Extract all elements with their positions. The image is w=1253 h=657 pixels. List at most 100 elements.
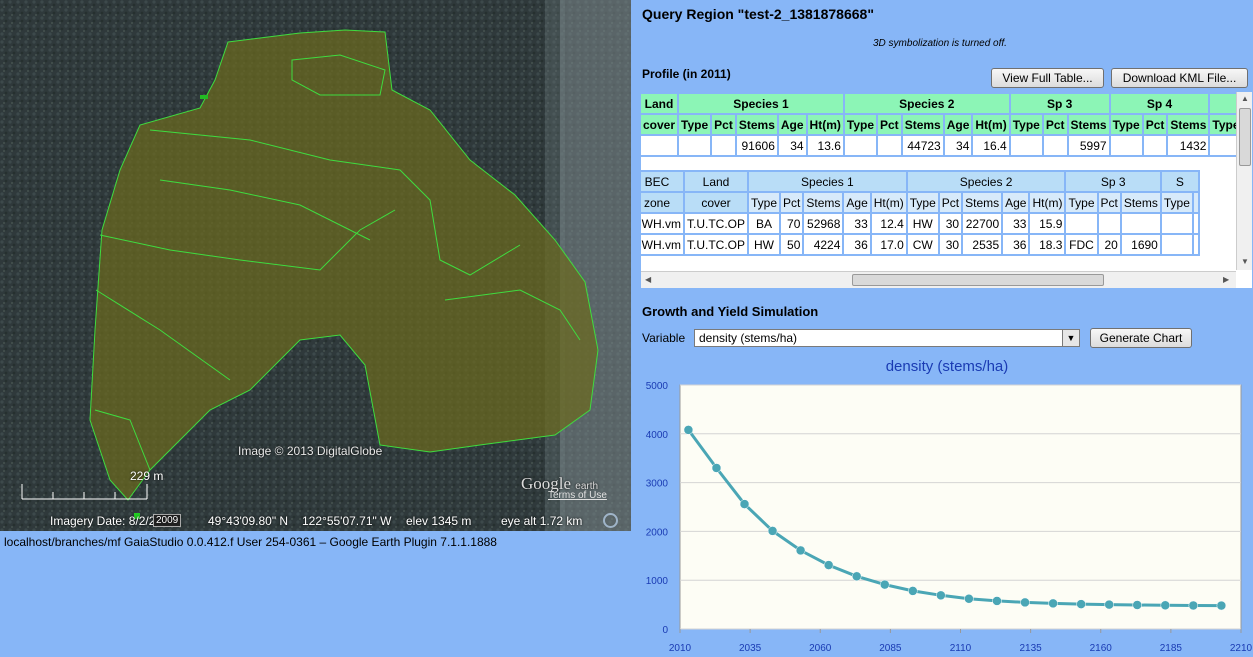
scroll-right-icon[interactable]: ▶ — [1223, 275, 1229, 284]
table-cell — [677, 134, 713, 157]
table-cell: 34 — [776, 134, 808, 157]
col-type: Type — [1108, 113, 1144, 136]
col-pct — [1191, 191, 1200, 214]
terms-of-use-link[interactable]: Terms of Use — [548, 490, 607, 501]
scale-label: 229 m — [130, 469, 164, 483]
scroll-thumb[interactable] — [852, 274, 1104, 286]
col-pct: Pct — [1041, 113, 1069, 136]
scroll-left-icon[interactable]: ◀ — [645, 275, 651, 284]
table-cell: 70 — [779, 212, 805, 235]
symbolization-note: 3D symbolization is turned off. — [873, 38, 1007, 49]
scroll-thumb[interactable] — [1239, 108, 1251, 166]
data-point — [1132, 600, 1142, 610]
col-age: Age — [776, 113, 808, 136]
density-chart: 0 1000 2000 3000 4000 5000 2010 2035 2060 2085 211… — [646, 381, 1253, 654]
col-stems: Stems — [1166, 113, 1211, 136]
col-type: Type — [747, 191, 782, 214]
table-cell: 44723 — [900, 134, 945, 157]
table-cell — [1096, 212, 1122, 235]
variable-select[interactable]: density (stems/ha) ▼ — [694, 329, 1080, 347]
table-cell — [1159, 233, 1194, 256]
imagery-credit: Image © 2013 DigitalGlobe — [238, 444, 383, 458]
footer-info: localhost/branches/mf GaiaStudio 0.0.412… — [4, 535, 497, 549]
view-full-table-button[interactable]: View Full Table... — [991, 68, 1104, 88]
col-land: Land — [641, 92, 680, 115]
table-cell: 33 — [1001, 212, 1031, 235]
scroll-up-icon[interactable]: ▲ — [1241, 94, 1249, 103]
col-ht: Ht(m) — [805, 113, 845, 136]
table-cell: FDC — [1064, 233, 1099, 256]
data-point — [992, 596, 1002, 606]
group-species-2: Species 2 — [842, 92, 1011, 115]
group-sp-3: Sp 3 — [1008, 92, 1111, 115]
table-cell — [1008, 134, 1044, 157]
col-pct: Pct — [1096, 191, 1122, 214]
col-land: Land — [682, 170, 750, 193]
col-ht: Ht(m) — [971, 113, 1011, 136]
col-age: Age — [1001, 191, 1031, 214]
x-tick-label: 2035 — [739, 643, 762, 654]
col-type: Type — [677, 113, 713, 136]
profile-table-frame[interactable]: Land Species 1 Species 2 Sp 3 Sp 4 cover… — [641, 92, 1252, 288]
chevron-down-icon[interactable]: ▼ — [1062, 330, 1079, 346]
table-row: CWH.vm T.U.TC.OP HW 50 4224 36 17.0 CW 3… — [641, 233, 1200, 256]
table-cell — [876, 134, 903, 157]
table-cell — [1064, 212, 1099, 235]
table-cell — [1108, 134, 1144, 157]
group-more: S — [1159, 170, 1200, 193]
table-row: 91606 34 13.6 44723 34 16.4 5997 1432 — [641, 134, 1244, 157]
col-stems: Stems — [900, 113, 945, 136]
table-cell: 34 — [942, 134, 974, 157]
variable-label: Variable — [642, 331, 686, 345]
navigation-ring-icon[interactable] — [603, 513, 618, 528]
table-cell: 52968 — [802, 212, 845, 235]
table-horizontal-scrollbar[interactable]: ◀ ▶ — [641, 271, 1236, 288]
col-stems: Stems — [734, 113, 779, 136]
imagery-date-box[interactable]: 2009 — [153, 514, 182, 527]
download-kml-button[interactable]: Download KML File... — [1111, 68, 1248, 88]
x-tick-label: 2160 — [1090, 643, 1113, 654]
scroll-down-icon[interactable]: ▼ — [1241, 257, 1249, 266]
profile-table-summary: Land Species 1 Species 2 Sp 3 Sp 4 cover… — [641, 92, 1244, 157]
col-bec: BEC — [641, 170, 685, 193]
generate-chart-button[interactable]: Generate Chart — [1090, 328, 1192, 348]
col-age: Age — [942, 113, 974, 136]
table-cell: 2535 — [961, 233, 1004, 256]
table-cell — [710, 134, 737, 157]
table-vertical-scrollbar[interactable]: ▲ ▼ — [1236, 92, 1252, 270]
data-point — [711, 463, 722, 473]
map-status-bar: Imagery Date: 8/2/2009 2009 49°43'09.80"… — [0, 511, 631, 531]
data-point — [1188, 600, 1199, 611]
x-tick-label: 2110 — [950, 643, 972, 654]
data-point — [1020, 597, 1030, 608]
col-pct: Pct — [710, 113, 737, 136]
group-species-1: Species 1 — [677, 92, 845, 115]
table-cell: HW — [905, 212, 940, 235]
table-cell — [1141, 134, 1169, 157]
earth-map-view[interactable]: Image © 2013 DigitalGlobe Google earth T… — [0, 0, 631, 531]
col-type: Type — [905, 191, 940, 214]
col-type: Type — [1159, 191, 1194, 214]
table-cell: 30 — [937, 233, 964, 256]
col-stems: Stems — [1119, 191, 1162, 214]
table-cell: 30 — [937, 212, 964, 235]
col-type: Type — [842, 113, 879, 136]
group-sp-3: Sp 3 — [1064, 170, 1162, 193]
data-point — [823, 560, 834, 570]
y-tick-label: 0 — [662, 625, 668, 636]
table-cell: CWH.vm — [641, 233, 685, 256]
x-tick-label: 2210 — [1230, 643, 1253, 654]
data-point — [795, 545, 806, 556]
data-point — [908, 586, 918, 596]
profile-table-detail: BEC Land Species 1 Species 2 Sp 3 S zone… — [641, 170, 1200, 256]
table-cell: 5997 — [1066, 134, 1111, 157]
table-cell — [842, 134, 879, 157]
data-point — [936, 590, 946, 601]
y-tick-label: 2000 — [646, 527, 669, 538]
table-cell: 1690 — [1119, 233, 1162, 256]
data-point — [1048, 598, 1058, 609]
data-point — [964, 593, 974, 604]
query-region-title: Query Region "test-2_1381878668" — [642, 6, 874, 22]
table-cell: 12.4 — [869, 212, 908, 235]
table-cell — [1159, 212, 1194, 235]
